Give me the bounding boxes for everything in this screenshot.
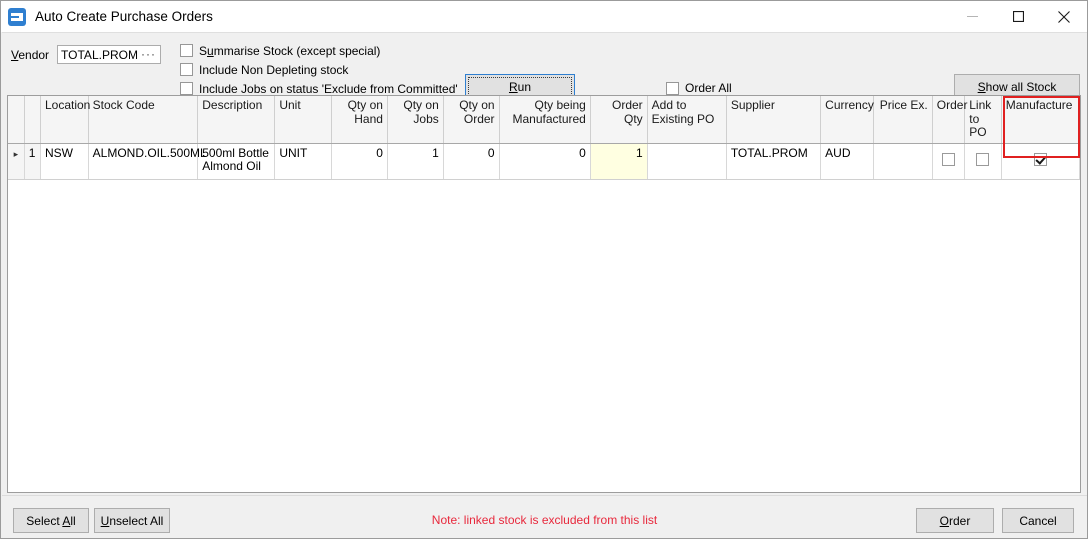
maximize-button[interactable]	[995, 1, 1041, 32]
cell-stock-code[interactable]: ALMOND.OIL.500ML	[88, 143, 207, 180]
app-icon	[8, 7, 26, 26]
checkbox-label: Include Jobs on status 'Exclude from Com…	[199, 81, 458, 96]
header-order-qty[interactable]: Order Qty	[590, 96, 648, 144]
cell-qty-being-manufactured[interactable]: 0	[499, 143, 591, 180]
header-supplier[interactable]: Supplier	[726, 96, 822, 144]
minimize-button[interactable]	[949, 1, 995, 32]
cell-order-qty[interactable]: 1	[590, 143, 648, 180]
vendor-field-group: Vendor TOTAL.PROM ···	[11, 45, 162, 64]
table-header-row: Location Stock Code Description Unit Qty…	[8, 96, 1080, 144]
checkbox-box[interactable]	[1033, 152, 1047, 166]
minimize-icon	[966, 16, 978, 17]
header-qty-on-hand[interactable]: Qty on Hand	[331, 96, 388, 144]
checkbox-box[interactable]	[976, 152, 990, 166]
maximize-icon	[1012, 11, 1024, 22]
header-link-to-po[interactable]: Link to PO	[964, 96, 1002, 144]
vendor-input[interactable]: TOTAL.PROM ···	[57, 45, 162, 64]
header-row-number	[24, 96, 41, 144]
footer-bar: Select All Unselect All Note: linked sto…	[2, 495, 1087, 538]
vendor-label: Vendor	[11, 47, 50, 62]
header-currency[interactable]: Currency	[820, 96, 874, 144]
header-qty-on-order[interactable]: Qty on Order	[443, 96, 500, 144]
cell-qty-on-order[interactable]: 0	[443, 143, 500, 180]
header-order[interactable]: Order	[932, 96, 967, 144]
cell-order-checkbox[interactable]	[932, 143, 966, 180]
cell-description[interactable]: 500ml Bottle Almond Oil	[197, 143, 276, 180]
header-add-to-existing-po[interactable]: Add to Existing PO	[647, 96, 727, 144]
cell-manufacture-checkbox[interactable]	[1001, 143, 1080, 180]
run-button-label: Run	[508, 79, 532, 94]
checkbox-label: Summarise Stock (except special)	[199, 43, 381, 58]
cell-currency[interactable]: AUD	[820, 143, 874, 180]
header-qty-being-manufactured[interactable]: Qty being Manufactured	[499, 96, 591, 144]
header-location[interactable]: Location	[40, 96, 90, 144]
cell-qty-on-jobs[interactable]: 1	[387, 143, 444, 180]
table-row[interactable]: ▸ 1 NSW ALMOND.OIL.500ML 500ml Bottle Al…	[8, 143, 1080, 180]
window-controls	[949, 1, 1087, 32]
cell-supplier[interactable]: TOTAL.PROM	[726, 143, 822, 180]
close-icon	[1058, 10, 1070, 23]
row-arrow-icon: ▸	[13, 148, 19, 159]
checkbox-summarise-stock[interactable]: Summarise Stock (except special)	[180, 41, 458, 60]
checkbox-box[interactable]	[180, 63, 193, 76]
cell-add-to-existing-po[interactable]	[647, 143, 727, 180]
row-number: 1	[24, 143, 41, 180]
window-title: Auto Create Purchase Orders	[35, 9, 213, 24]
options-toolbar: Vendor TOTAL.PROM ··· Summarise Stock (e…	[2, 32, 1087, 99]
run-button-inner: Run	[468, 77, 572, 96]
header-description[interactable]: Description	[197, 96, 276, 144]
header-manufacture[interactable]: Manufacture	[1001, 96, 1080, 144]
title-bar: Auto Create Purchase Orders	[1, 1, 1087, 32]
cell-qty-on-hand[interactable]: 0	[331, 143, 388, 180]
cell-unit[interactable]: UNIT	[274, 143, 333, 180]
cancel-button[interactable]: Cancel	[1002, 508, 1074, 533]
checkbox-box[interactable]	[942, 152, 955, 166]
cell-link-to-po-checkbox[interactable]	[964, 143, 1002, 180]
header-qty-on-jobs[interactable]: Qty on Jobs	[387, 96, 444, 144]
cancel-button-label: Cancel	[1019, 513, 1057, 528]
show-all-stock-label: Show all Stock	[977, 79, 1057, 94]
header-row-indicator	[8, 96, 25, 144]
checkbox-order-all[interactable]: Order All	[666, 81, 732, 95]
order-button-label: Order	[939, 513, 971, 528]
checkbox-box[interactable]	[180, 44, 193, 57]
cell-location[interactable]: NSW	[40, 143, 89, 180]
header-stock-code[interactable]: Stock Code	[88, 96, 199, 144]
row-indicator: ▸	[8, 143, 25, 180]
checkbox-label: Include Non Depleting stock	[199, 62, 349, 77]
close-button[interactable]	[1041, 1, 1087, 32]
cell-price-ex[interactable]	[873, 143, 933, 180]
checkbox-include-non-depleting-stock[interactable]: Include Non Depleting stock	[180, 60, 458, 79]
stock-grid[interactable]: Location Stock Code Description Unit Qty…	[7, 95, 1081, 493]
options-checkbox-group: Summarise Stock (except special) Include…	[180, 41, 458, 98]
checkbox-box[interactable]	[180, 82, 193, 95]
stock-table: Location Stock Code Description Unit Qty…	[8, 96, 1080, 180]
checkbox-box[interactable]	[666, 81, 679, 95]
order-button[interactable]: Order	[916, 508, 994, 533]
vendor-lookup-button[interactable]: ···	[141, 48, 156, 60]
vendor-value: TOTAL.PROM	[61, 47, 138, 62]
checkbox-label: Order All	[685, 81, 732, 95]
header-price-ex[interactable]: Price Ex.	[873, 96, 933, 144]
header-unit[interactable]: Unit	[274, 96, 333, 144]
auto-create-purchase-orders-window: Auto Create Purchase Orders Vendor TOTAL…	[0, 0, 1088, 539]
